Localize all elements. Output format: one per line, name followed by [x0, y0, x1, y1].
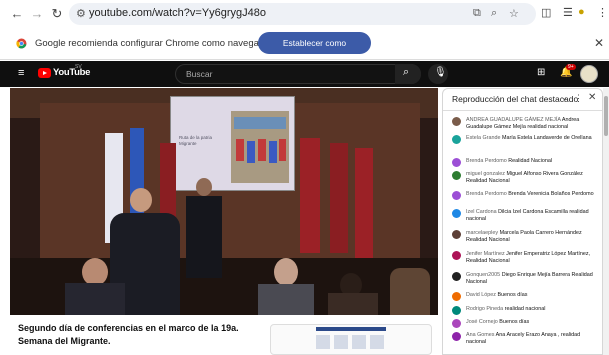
search-input[interactable]: Buscar — [175, 64, 421, 84]
author-name[interactable]: José Cornejo — [466, 319, 498, 325]
slide-text: Ruta de la patria Migrante — [179, 135, 213, 146]
author-name[interactable]: Izel Cardona — [466, 209, 497, 215]
author-avatar[interactable] — [452, 158, 461, 167]
thumbnail-block — [316, 335, 330, 349]
author-name[interactable]: marcelaepley — [466, 230, 498, 236]
chat-replay-panel: Reproducción del chat destacado ⌄ ⋮ ✕ AN… — [442, 88, 603, 355]
message-text: Buenos días — [497, 292, 528, 298]
hamburger-menu-icon[interactable]: ≡ — [18, 67, 24, 79]
audience-body — [390, 268, 430, 315]
author-name[interactable]: David López — [466, 292, 496, 298]
author-avatar[interactable] — [452, 230, 461, 239]
author-name[interactable]: Gonquen2005 — [466, 272, 500, 278]
back-icon[interactable]: ← — [8, 5, 26, 23]
chat-title[interactable]: Reproducción del chat destacado — [452, 94, 578, 104]
video-player[interactable]: Ruta de la patria Migrante — [10, 88, 438, 315]
account-avatar[interactable] — [580, 65, 598, 83]
speaker-head — [130, 188, 152, 212]
message-text: realidad nacional — [504, 306, 546, 312]
author-name[interactable]: miguel gonzalez — [466, 171, 505, 177]
flag — [330, 143, 348, 253]
message-text: María Estela Landaverde de Orellana — [501, 135, 592, 141]
audience-body — [328, 293, 378, 315]
author-name[interactable]: Brenda Perdomo — [466, 191, 507, 197]
search-icon: ⌕ — [403, 66, 410, 78]
microphone-icon: 🎙 — [434, 67, 447, 78]
close-icon[interactable]: ✕ — [594, 36, 604, 50]
author-avatar[interactable] — [452, 171, 461, 180]
set-default-button[interactable]: Establecer como predeterminado — [258, 32, 371, 70]
message-text: Brenda Verenicia Bolaños Perdomo — [508, 191, 594, 197]
author-name[interactable]: Estela Grande — [466, 135, 500, 141]
person-body — [186, 196, 222, 278]
author-name[interactable]: Ana Gomes — [466, 332, 494, 338]
thumbnail-header-bar — [316, 327, 386, 331]
audience-body — [65, 283, 125, 315]
youtube-header: ≡ YouTube SV Buscar ⌕ 🎙 ⊞ 🔔 9+ — [0, 61, 609, 87]
default-browser-infobar: Google recomienda configurar Chrome como… — [0, 28, 609, 70]
url-text[interactable]: youtube.com/watch?v=Yy6grygJ48o — [89, 7, 266, 19]
author-avatar[interactable] — [452, 251, 461, 260]
profile-avatar-icon[interactable]: ● — [578, 6, 585, 18]
audience-head — [274, 258, 298, 286]
search-button[interactable]: ⌕ — [395, 64, 421, 84]
author-avatar[interactable] — [452, 292, 461, 301]
flag — [355, 148, 373, 258]
video-title: Segundo día de conferencias en el marco … — [18, 323, 239, 346]
audience-body — [258, 284, 314, 315]
forward-icon[interactable]: → — [28, 5, 46, 23]
author-avatar[interactable] — [452, 191, 461, 200]
author-avatar[interactable] — [452, 306, 461, 315]
site-info-icon[interactable]: ⚙ — [76, 7, 86, 20]
address-bar[interactable]: ⚙ youtube.com/watch?v=Yy6grygJ48o ⧉ ⌕ ☆ — [69, 3, 536, 25]
slide-photo — [231, 111, 289, 183]
related-video-thumbnail[interactable] — [270, 324, 432, 355]
author-avatar[interactable] — [452, 272, 461, 281]
logo-region: SV — [75, 64, 82, 70]
message-text: Realidad Nacional — [508, 158, 553, 164]
scrollbar-thumb[interactable] — [604, 96, 608, 136]
person-head — [196, 178, 212, 196]
author-avatar[interactable] — [452, 135, 461, 144]
bookmark-star-icon[interactable]: ☆ — [509, 7, 519, 20]
author-name[interactable]: Jenifer Martínez — [466, 251, 505, 257]
reload-icon[interactable]: ↻ — [48, 5, 66, 23]
create-icon[interactable]: ⊞ — [537, 67, 545, 78]
browser-menu-icon[interactable]: ⋮ — [597, 6, 608, 19]
voice-search-button[interactable]: 🎙 — [428, 64, 448, 84]
search-placeholder: Buscar — [186, 69, 213, 79]
browser-toolbar: ← → ↻ ⚙ youtube.com/watch?v=Yy6grygJ48o … — [0, 0, 609, 28]
author-name[interactable]: Brenda Perdomo — [466, 158, 507, 164]
notification-count-badge: 9+ — [566, 64, 576, 70]
chrome-logo-icon — [16, 38, 27, 49]
author-name[interactable]: Rodrigo Pineda — [466, 306, 503, 312]
youtube-logo-text[interactable]: YouTube — [53, 67, 90, 78]
thumbnail-block — [334, 335, 348, 349]
author-avatar[interactable] — [452, 332, 461, 341]
chat-title-chevron-down-icon[interactable]: ⌄ — [561, 93, 568, 102]
thumbnail-block — [352, 335, 366, 349]
thumbnail-block — [370, 335, 384, 349]
projector-screen: Ruta de la patria Migrante — [170, 96, 295, 191]
reading-list-icon[interactable]: ☰ — [563, 6, 573, 19]
youtube-logo-icon[interactable] — [38, 68, 51, 78]
author-avatar[interactable] — [452, 319, 461, 328]
extensions-icon[interactable]: ◫ — [541, 6, 551, 19]
chat-header: Reproducción del chat destacado ⌄ ⋮ ✕ — [443, 89, 602, 111]
zoom-icon[interactable]: ⌕ — [491, 7, 497, 20]
author-avatar[interactable] — [452, 117, 461, 126]
flag — [300, 138, 320, 253]
author-name[interactable]: ANDREA GUADALUPE GÁMEZ MEJÍA — [466, 117, 561, 123]
scrollbar[interactable] — [603, 88, 609, 355]
message-text: Buenos días — [499, 319, 530, 325]
author-avatar[interactable] — [452, 209, 461, 218]
cast-icon[interactable]: ⧉ — [473, 7, 481, 20]
close-chat-icon[interactable]: ✕ — [588, 92, 596, 103]
audience-head — [82, 258, 108, 286]
more-options-icon[interactable]: ⋮ — [574, 93, 583, 104]
